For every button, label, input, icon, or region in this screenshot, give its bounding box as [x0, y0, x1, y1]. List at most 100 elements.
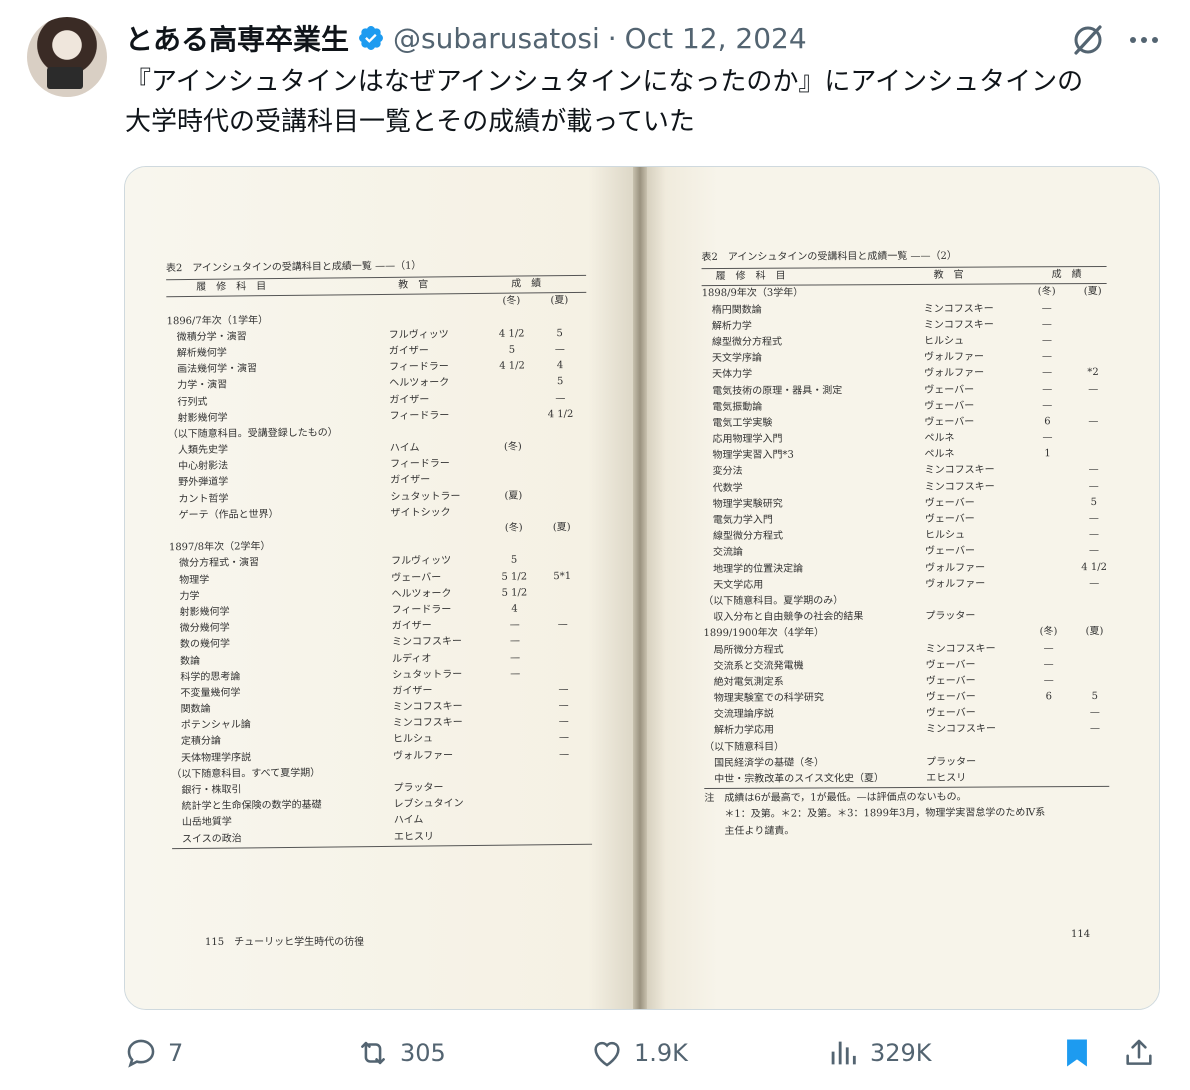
teacher-cell: ヴェーバー [925, 691, 976, 703]
tweet-date[interactable]: Oct 12, 2024 [625, 22, 807, 55]
subject-cell: 画法幾何学・演習 [167, 363, 258, 376]
subject-cell: 微分幾何学 [169, 622, 230, 635]
teacher-cell: ミンコフスキー [923, 319, 994, 331]
summer-grade-cell: — [558, 700, 569, 712]
teacher-cell: ヘルツォーク [391, 588, 452, 600]
winter-grade-cell: 6 [1044, 416, 1051, 428]
teacher-cell: ハイム [393, 814, 424, 827]
winter-grade-cell: — [1042, 432, 1053, 444]
subject-cell: 不変量幾何学 [170, 687, 241, 700]
summer-grade-cell: 4 [556, 360, 564, 372]
reply-icon [127, 1039, 155, 1068]
tweet-photo[interactable]: 表2 アインシュタインの受講科目と成績一覧 ——（1） 履 修 科 目 教 官 … [124, 166, 1160, 1010]
teacher-cell: ルディオ [392, 652, 432, 665]
teacher-cell: ガイザー [392, 685, 433, 697]
retweet-button[interactable]: 305 [356, 1028, 446, 1078]
subject-cell: 中心射影法 [168, 460, 229, 473]
subject-cell: 楕円関数論 [701, 304, 762, 316]
subject-cell: 科学的思考論 [170, 671, 241, 683]
subject-cell: 1899/1900年次（4学年） [703, 627, 825, 640]
summer-grade-cell: — [1089, 545, 1100, 557]
grok-icon[interactable] [1068, 20, 1108, 60]
like-button[interactable]: 1.9K [590, 1028, 688, 1078]
author-handle[interactable]: @subarusatosi [393, 22, 600, 55]
subject-cell: （以下随意科目。すべて夏学期） [171, 767, 321, 781]
winter-grade-cell: 6 [1045, 691, 1053, 703]
subject-cell: 中世・宗教改革のスイス文化史（夏） [704, 773, 884, 786]
winter-grade-cell: 5 1/2 [501, 587, 528, 599]
summer-grade-cell: (夏) [550, 295, 569, 307]
winter-grade-cell: (夏) [504, 490, 523, 502]
winter-grade-cell: 4 [511, 603, 518, 615]
views-icon [831, 1041, 856, 1065]
subject-cell: 射影幾何学 [169, 606, 230, 619]
subject-cell: 応用物理学入門 [702, 433, 783, 446]
teacher-cell: フルヴィッツ [391, 555, 452, 568]
tweet: とある高専卒業生 @subarusatosi · Oct 12, 2024 『ア… [0, 0, 1190, 1090]
teacher-cell: ガイザー [391, 620, 432, 633]
subject-cell: 絶対電気測定系 [703, 676, 784, 688]
header-grade: 成 績 [511, 278, 542, 290]
teacher-cell: シュタットラー [390, 490, 461, 503]
teacher-cell: フィードラー [391, 604, 452, 616]
teacher-cell: ヴェーバー [391, 571, 442, 584]
summer-grade-cell: (夏) [552, 522, 571, 534]
subject-cell: 局所微分方程式 [703, 644, 784, 656]
teacher-cell: ヴェーバー [924, 416, 975, 428]
reply-button[interactable]: 7 [124, 1028, 183, 1078]
subject-cell: （以下随意科目） [704, 741, 785, 753]
header-grade: 成 績 [1051, 269, 1082, 281]
subject-cell: （以下随意科目。受講登録したもの） [167, 427, 338, 441]
tweet-text: 『アインシュタインはなぜアインシュタインになったのか』にアインシュタインの 大学… [125, 62, 1165, 142]
winter-grade-cell: — [1043, 658, 1054, 670]
subject-cell: 物理学実習入門*3 [702, 449, 794, 462]
teacher-cell: ミンコフスキー [924, 464, 995, 477]
subject-cell: 1896/7年次（1学年） [166, 314, 269, 327]
more-icon[interactable] [1124, 20, 1164, 60]
page-footer-left: 115 チューリッヒ学生時代の彷徨 [205, 937, 365, 948]
subject-cell: ゲーテ（作品と世界） [168, 508, 279, 522]
right-page-table: 表2 アインシュタインの受講科目と成績一覧 ——（2） 履 修 科 目 教 官 … [701, 248, 1110, 840]
subject-cell: 線型微分方程式 [702, 530, 783, 543]
teacher-cell: ミンコフスキー [924, 481, 995, 493]
left-page-table: 表2 アインシュタインの受講科目と成績一覧 ——（1） 履 修 科 目 教 官 … [166, 257, 593, 849]
share-button[interactable] [1122, 1028, 1156, 1078]
subject-cell: カント哲学 [168, 493, 229, 505]
subject-cell: （以下随意科目。夏学期のみ） [703, 595, 844, 608]
subject-cell: 山岳地質学 [171, 816, 232, 829]
table-row: 中世・宗教改革のスイス文化史（夏） エヒスリ [704, 770, 1109, 788]
winter-grade-cell: (冬) [504, 522, 523, 534]
winter-grade-cell: — [1042, 383, 1053, 395]
subject-cell: 天文学序論 [701, 352, 763, 365]
summer-grade-cell: — [558, 716, 569, 728]
summer-grade-cell: — [558, 732, 570, 744]
teacher-cell: エヒスリ [393, 831, 435, 843]
teacher-cell: フィードラー [389, 361, 449, 374]
teacher-cell: ヴォルファー [925, 562, 986, 574]
teacher-cell: ガイザー [389, 393, 430, 406]
subject-cell: 数論 [170, 655, 201, 667]
summer-grade-cell: (夏) [1085, 626, 1104, 638]
teacher-cell: フィードラー [390, 458, 450, 471]
winter-grade-cell: 5 1/2 [501, 571, 528, 583]
subject-cell: 線型微分方程式 [701, 336, 782, 349]
winter-grade-cell: — [509, 619, 520, 631]
table-body: (冬) (夏) 1896/7年次（1学年） 微積分学・演習 フルヴィッツ 4 1/2 5 … [166, 293, 592, 848]
subject-cell: 物理学 [169, 574, 210, 586]
subject-cell: 変分法 [702, 466, 743, 478]
avatar[interactable] [27, 17, 107, 97]
teacher-cell: レブシュタイン [393, 798, 464, 811]
subject-cell: 天体力学 [702, 369, 753, 381]
views-button[interactable]: 329K [826, 1028, 932, 1078]
book-gutter [633, 167, 647, 1009]
subject-cell: 解析力学応用 [703, 725, 775, 737]
summer-grade-cell: — [1088, 529, 1099, 541]
author-name[interactable]: とある高専卒業生 [125, 18, 349, 58]
bookmark-button[interactable] [1060, 1028, 1094, 1078]
summer-grade-cell: — [1088, 464, 1099, 476]
summer-grade-cell: — [1089, 577, 1100, 589]
teacher-cell: ヴェーバー [925, 675, 976, 687]
subject-cell: 電気技術の原理・器具・測定 [702, 384, 843, 397]
winter-grade-cell: 4 1/2 [499, 360, 525, 372]
winter-grade-cell: — [1041, 351, 1053, 363]
